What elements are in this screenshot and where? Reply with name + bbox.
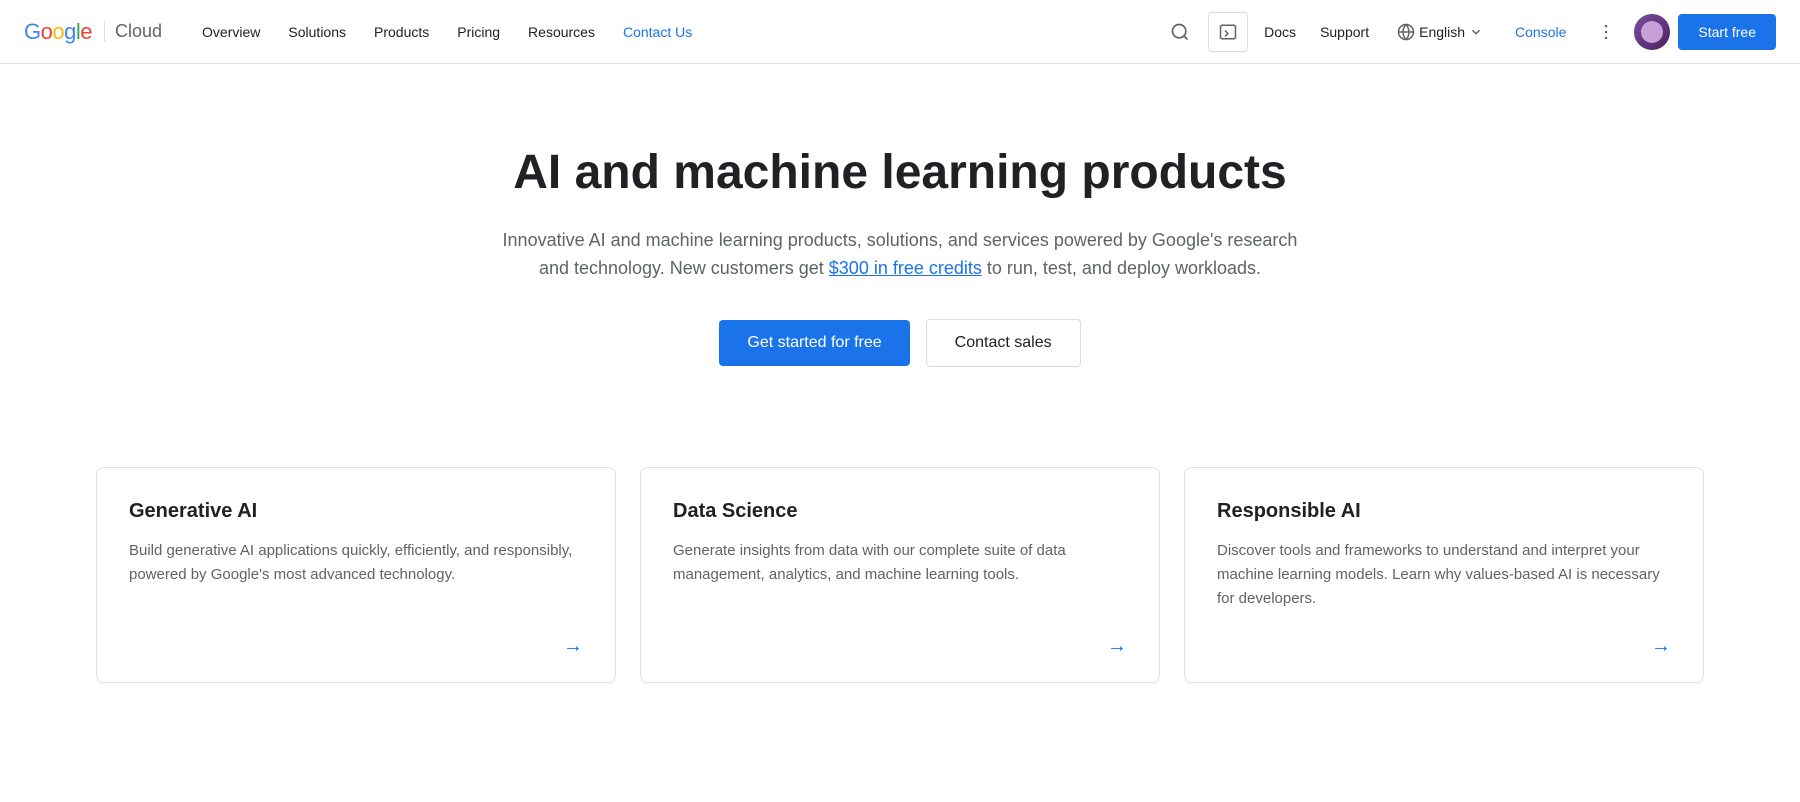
hero-section: AI and machine learning products Innovat… — [450, 64, 1350, 427]
terminal-icon — [1219, 23, 1237, 41]
nav-item-overview[interactable]: Overview — [190, 16, 272, 48]
start-free-button[interactable]: Start free — [1678, 14, 1776, 50]
card-generative-ai-title: Generative AI — [129, 500, 583, 523]
language-label: English — [1419, 24, 1465, 40]
card-data-science-desc: Generate insights from data with our com… — [673, 539, 1127, 611]
card-responsible-ai-desc: Discover tools and frameworks to underst… — [1217, 539, 1671, 611]
nav-right: Docs Support English Console — [1160, 12, 1776, 52]
cards-section: Generative AI Build generative AI applic… — [0, 427, 1800, 763]
chevron-down-icon — [1469, 25, 1483, 39]
card-responsible-ai-arrow: → — [1217, 635, 1671, 658]
card-generative-ai[interactable]: Generative AI Build generative AI applic… — [96, 467, 616, 683]
hero-description: Innovative AI and machine learning produ… — [490, 226, 1310, 284]
contact-sales-button[interactable]: Contact sales — [926, 319, 1081, 367]
page-title: AI and machine learning products — [490, 144, 1310, 202]
nav-item-products[interactable]: Products — [362, 16, 441, 48]
card-data-science-arrow: → — [673, 635, 1127, 658]
nav-item-solutions[interactable]: Solutions — [276, 16, 358, 48]
card-responsible-ai-title: Responsible AI — [1217, 500, 1671, 523]
card-data-science[interactable]: Data Science Generate insights from data… — [640, 467, 1160, 683]
user-avatar[interactable] — [1634, 14, 1670, 50]
search-button[interactable] — [1160, 12, 1200, 52]
more-options-button[interactable] — [1586, 12, 1626, 52]
language-selector[interactable]: English — [1385, 15, 1495, 49]
support-link[interactable]: Support — [1312, 16, 1377, 48]
docs-link[interactable]: Docs — [1256, 16, 1304, 48]
credits-link[interactable]: $300 in free credits — [829, 258, 982, 278]
logo[interactable]: Google Cloud — [24, 19, 162, 45]
card-responsible-ai[interactable]: Responsible AI Discover tools and framew… — [1184, 467, 1704, 683]
card-generative-ai-desc: Build generative AI applications quickly… — [129, 539, 583, 611]
navbar: Google Cloud Overview Solutions Products… — [0, 0, 1800, 64]
more-vert-icon — [1596, 22, 1616, 42]
card-generative-ai-arrow: → — [129, 635, 583, 658]
google-wordmark: Google — [24, 19, 92, 45]
card-data-science-title: Data Science — [673, 500, 1127, 523]
nav-links: Overview Solutions Products Pricing Reso… — [190, 16, 1160, 48]
cloud-wordmark: Cloud — [104, 21, 162, 42]
globe-icon — [1397, 23, 1415, 41]
cloud-shell-button[interactable] — [1208, 12, 1248, 52]
nav-item-resources[interactable]: Resources — [516, 16, 607, 48]
get-started-button[interactable]: Get started for free — [719, 320, 909, 366]
hero-desc-after: to run, test, and deploy workloads. — [982, 258, 1261, 278]
console-link[interactable]: Console — [1503, 16, 1578, 48]
search-icon — [1170, 22, 1190, 42]
nav-item-pricing[interactable]: Pricing — [445, 16, 512, 48]
hero-cta-group: Get started for free Contact sales — [490, 319, 1310, 367]
nav-item-contact[interactable]: Contact Us — [611, 16, 704, 48]
